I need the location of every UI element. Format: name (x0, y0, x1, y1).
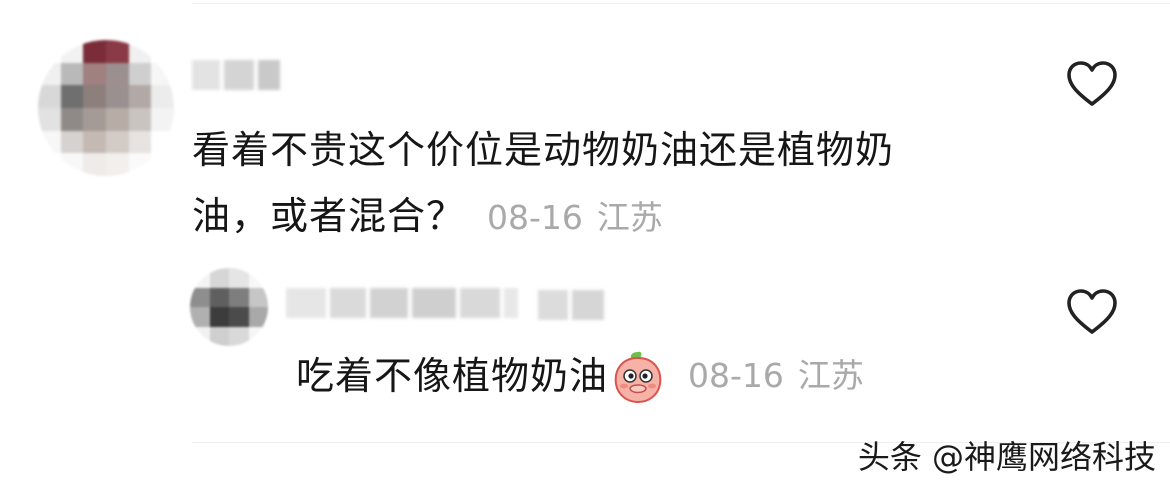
divider-top (192, 3, 1170, 4)
reply-to-username-blurred[interactable] (538, 290, 604, 320)
comment-date: 08-16 (487, 198, 583, 237)
reply-avatar[interactable] (190, 268, 268, 346)
reply-username-blurred[interactable] (286, 288, 518, 318)
reply-line: 吃着不像植物奶油 08-16 江苏 (296, 348, 864, 404)
username-blurred[interactable] (192, 60, 280, 90)
avatar[interactable] (38, 40, 174, 176)
reply-date: 08-16 (688, 356, 784, 395)
comment-location: 江苏 (596, 198, 663, 237)
heart-icon[interactable] (1066, 60, 1118, 108)
peach-cover-mouth-emoji-icon (614, 351, 662, 404)
reply-location: 江苏 (797, 356, 864, 395)
comment-text-line2: 油，或者混合？ 08-16 江苏 (192, 188, 663, 246)
comment-text-line1: 看着不贵这个价位是动物奶油还是植物奶 (192, 128, 895, 172)
comment-section: 看着不贵这个价位是动物奶油还是植物奶 油，或者混合？ 08-16 江苏 吃着不像植物… (0, 0, 1170, 483)
reply-text: 吃着不像植物奶油 (296, 354, 609, 398)
watermark: 头条 @神鹰网络科技 (857, 438, 1156, 476)
comment-text-line2-content: 油，或者混合？ (192, 194, 466, 238)
heart-icon[interactable] (1066, 288, 1118, 336)
